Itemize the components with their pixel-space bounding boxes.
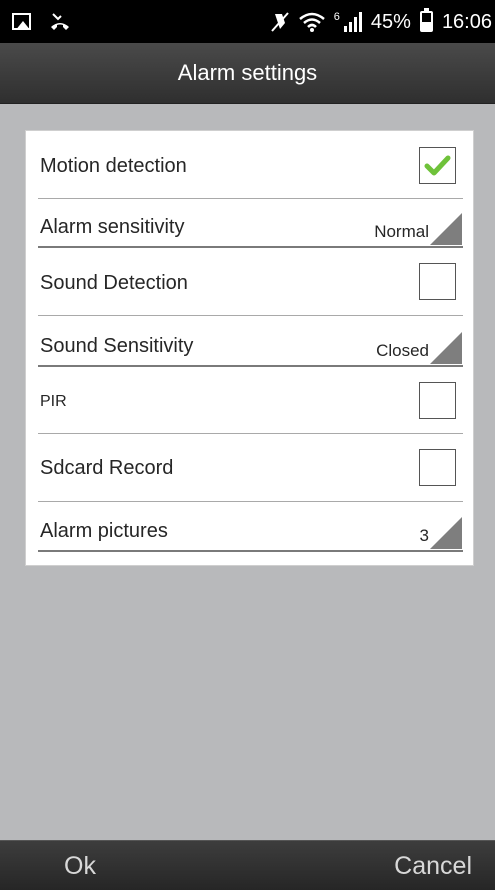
- battery-percent: 45%: [370, 10, 411, 33]
- sound-detection-row[interactable]: Sound Detection: [38, 248, 463, 316]
- motion-detection-label: Motion detection: [40, 155, 187, 177]
- ok-button[interactable]: Ok: [64, 841, 96, 890]
- status-time: 16:06: [441, 10, 492, 33]
- wifi-icon: [298, 12, 325, 32]
- alarm-pictures-value: 3: [419, 526, 429, 545]
- sdcard-record-label: Sdcard Record: [40, 457, 174, 479]
- alarm-sensitivity-row[interactable]: Alarm sensitivity Normal: [38, 199, 463, 248]
- page-title: Alarm settings: [177, 60, 318, 85]
- battery-icon: [419, 8, 433, 32]
- sdcard-record-row[interactable]: Sdcard Record: [38, 434, 463, 502]
- sound-sensitivity-label: Sound Sensitivity: [40, 335, 194, 357]
- alarm-sensitivity-label: Alarm sensitivity: [40, 216, 185, 238]
- cancel-button[interactable]: Cancel: [394, 841, 472, 890]
- sound-detection-checkbox[interactable]: [419, 263, 456, 300]
- bottom-bar: Ok Cancel: [0, 840, 495, 890]
- motion-detection-row[interactable]: Motion detection: [38, 133, 463, 199]
- status-right: 6 45% 16:06: [270, 0, 492, 43]
- missed-call-icon: [51, 12, 69, 30]
- alarm-pictures-label: Alarm pictures: [40, 520, 168, 542]
- title-bar: Alarm settings: [0, 43, 495, 104]
- spinner-arrow-icon: [430, 213, 462, 245]
- alarm-sensitivity-value: Normal: [374, 222, 429, 241]
- network-type: 6: [333, 10, 340, 23]
- sound-sensitivity-row[interactable]: Sound Sensitivity Closed: [38, 316, 463, 367]
- pir-checkbox[interactable]: [419, 382, 456, 419]
- spinner-arrow-icon: [430, 332, 462, 364]
- sound-sensitivity-value: Closed: [376, 341, 429, 360]
- motion-detection-checkbox[interactable]: [419, 147, 456, 184]
- spinner-arrow-icon: [430, 517, 462, 549]
- sdcard-record-checkbox[interactable]: [419, 449, 456, 486]
- status-left: [12, 0, 71, 43]
- mute-icon: [271, 11, 289, 32]
- settings-panel: Motion detection Alarm sensitivity Norma…: [25, 130, 474, 566]
- checkmark-icon: [424, 155, 451, 176]
- sound-detection-label: Sound Detection: [40, 272, 188, 294]
- pir-label: PIR: [40, 393, 67, 410]
- alarm-pictures-row[interactable]: Alarm pictures 3: [38, 502, 463, 552]
- signal-icon: 6: [333, 10, 362, 32]
- status-bar: 6 45% 16:06: [0, 0, 495, 43]
- image-icon: [12, 13, 31, 30]
- pir-row[interactable]: PIR: [38, 367, 463, 434]
